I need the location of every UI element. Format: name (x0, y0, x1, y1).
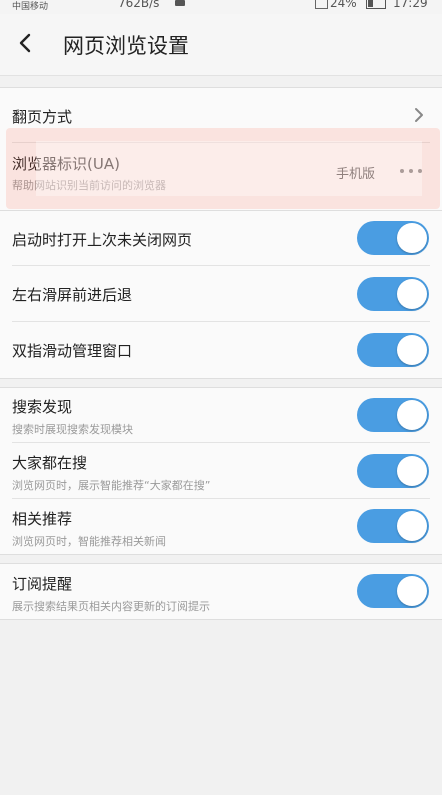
setting-sub: 浏览网页时，展示智能推荐“大家都在搜” (12, 479, 211, 492)
section-gestures: 启动时打开上次未关闭网页 左右滑屏前进后退 双指滑动管理窗口 (0, 210, 442, 379)
section-search: 搜索发现 搜索时展现搜索发现模块 大家都在搜 浏览网页时，展示智能推荐“大家都在… (0, 387, 442, 555)
setting-sub: 搜索时展现搜索发现模块 (12, 423, 133, 436)
setting-subscribe-remind: 订阅提醒 展示搜索结果页相关内容更新的订阅提示 (0, 564, 442, 619)
toggle-switch[interactable] (357, 277, 429, 311)
setting-sub: 展示搜索结果页相关内容更新的订阅提示 (12, 600, 210, 613)
chevron-left-icon[interactable] (14, 30, 36, 56)
setting-label: 搜索发现 (12, 398, 73, 416)
setting-swipe-nav: 左右滑屏前进后退 (0, 266, 442, 322)
carrier-label: 中国移动 (12, 2, 49, 12)
section-subscribe: 订阅提醒 展示搜索结果页相关内容更新的订阅提示 (0, 563, 442, 620)
setting-trending: 大家都在搜 浏览网页时，展示智能推荐“大家都在搜” (0, 443, 442, 499)
more-icon[interactable] (398, 167, 426, 175)
toggle-switch[interactable] (357, 333, 429, 367)
page-title: 网页浏览设置 (63, 34, 189, 58)
setting-page-turn[interactable]: 翻页方式 (0, 88, 442, 143)
sim-icon (315, 0, 328, 9)
setting-label: 翻页方式 (12, 108, 73, 126)
setting-sub: 浏览网页时，智能推荐相关新闻 (12, 535, 166, 548)
app-header: 网页浏览设置 (0, 14, 442, 76)
setting-browser-ua[interactable]: 浏览器标识(UA) 帮助网站识别当前访问的浏览器 手机版 (0, 143, 442, 210)
setting-label: 大家都在搜 (12, 454, 88, 472)
net-speed: 762B/s (118, 0, 160, 10)
setting-label: 双指滑动管理窗口 (12, 342, 133, 360)
setting-label: 相关推荐 (12, 510, 73, 528)
camera-icon (175, 0, 185, 6)
setting-label: 订阅提醒 (12, 575, 73, 593)
setting-search-discover: 搜索发现 搜索时展现搜索发现模块 (0, 388, 442, 443)
setting-related: 相关推荐 浏览网页时，智能推荐相关新闻 (0, 499, 442, 554)
status-bar: 中国移动 762B/s 24% 17:29 (0, 0, 442, 14)
section-general: 翻页方式 浏览器标识(UA) 帮助网站识别当前访问的浏览器 手机版 (0, 87, 442, 211)
chevron-right-icon (413, 107, 425, 123)
ua-value: 手机版 (336, 167, 376, 182)
setting-label: 左右滑屏前进后退 (12, 286, 133, 304)
toggle-switch[interactable] (357, 574, 429, 608)
toggle-switch[interactable] (357, 221, 429, 255)
toggle-switch[interactable] (357, 454, 429, 488)
setting-sub: 帮助网站识别当前访问的浏览器 (12, 179, 166, 192)
setting-restore-tabs: 启动时打开上次未关闭网页 (0, 211, 442, 266)
setting-label: 浏览器标识(UA) (12, 155, 120, 173)
toggle-switch[interactable] (357, 398, 429, 432)
setting-two-finger: 双指滑动管理窗口 (0, 322, 442, 378)
toggle-switch[interactable] (357, 509, 429, 543)
setting-label: 启动时打开上次未关闭网页 (12, 231, 193, 249)
battery-percent: 24% (330, 0, 357, 10)
clock: 17:29 (393, 0, 428, 10)
battery-icon (366, 0, 386, 9)
